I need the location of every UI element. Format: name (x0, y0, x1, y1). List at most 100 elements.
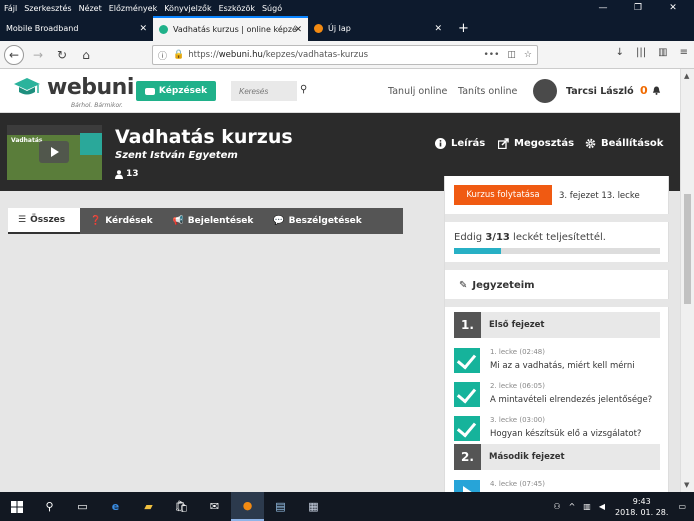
library-icon[interactable]: ||| (636, 47, 646, 58)
people-icon[interactable]: ⚇ (553, 502, 560, 511)
bell-icon[interactable] (652, 86, 661, 95)
course-progress-panel: Kurzus folytatása 3. fejezet 13. lecke E… (444, 176, 670, 492)
windows-start-icon[interactable] (0, 492, 33, 521)
volume-icon[interactable]: ◀ (599, 502, 605, 511)
app-icon[interactable]: ▤ (264, 492, 297, 521)
restore-icon[interactable]: ❐ (624, 0, 652, 16)
tab-vadhatas[interactable]: Vadhatás kurzus | online képzé ✕ (153, 16, 308, 41)
edge-icon[interactable]: e (99, 492, 132, 521)
downloads-icon[interactable]: ↓ (616, 47, 624, 58)
notepad-icon[interactable]: ▦ (297, 492, 330, 521)
url-path: /kepzes/vadhatas-kurzus (262, 50, 369, 60)
my-notes-button[interactable]: ✎ Jegyzeteim (459, 280, 535, 291)
lesson-item[interactable]: 3. lecke (03:00) Hogyan készítsük elő a … (454, 414, 660, 444)
logo-text: webuni (47, 75, 134, 100)
sidebar-icon[interactable]: ▥ (658, 47, 667, 58)
tab-all[interactable]: ☰ Összes (8, 208, 80, 234)
search-input[interactable] (231, 81, 297, 101)
bookmark-star-icon[interactable]: ☆ (524, 50, 532, 60)
course-institution: Szent István Egyetem (115, 150, 238, 161)
list-icon: ☰ (18, 215, 27, 225)
back-icon[interactable]: ← (4, 44, 24, 65)
menu-history[interactable]: Előzmények (109, 4, 157, 13)
tab-title: Mobile Broadband (6, 24, 79, 33)
tab-mobile-broadband[interactable]: Mobile Broadband ✕ (0, 16, 153, 41)
avatar[interactable] (533, 79, 557, 103)
feed-filter-tabs: ☰ Összes ❓ Kérdések 📢 Bejelentések 💬 Bes… (8, 208, 403, 234)
tab-title: Vadhatás kurzus | online képzé (173, 25, 297, 34)
search-taskbar-icon[interactable]: ⚲ (33, 492, 66, 521)
tab-discussions[interactable]: 💬 Beszélgetések (263, 208, 371, 234)
notification-count[interactable]: 0 (640, 84, 648, 97)
chapter-title: Második fejezet (489, 452, 565, 462)
teach-online-link[interactable]: Taníts online (458, 86, 517, 97)
learn-online-link[interactable]: Tanulj online (388, 86, 447, 97)
store-icon[interactable]: 🛍 (165, 492, 198, 521)
progress-prefix: Eddig (454, 232, 486, 243)
clock[interactable]: 9:43 2018. 01. 28. (615, 496, 668, 518)
lesson-item[interactable]: 1. lecke (02:48) Mi az a vadhatás, miért… (454, 346, 660, 376)
lock-icon: 🔒 (173, 50, 185, 60)
tab-questions[interactable]: ❓ Kérdések (80, 208, 163, 234)
info-icon[interactable]: ⓘ (158, 49, 167, 62)
url-host: webuni.hu (218, 50, 263, 60)
play-icon[interactable] (39, 141, 69, 163)
mail-icon[interactable]: ✉ (198, 492, 231, 521)
page-actions-icon[interactable]: ••• (483, 50, 499, 60)
lesson-title: Hogyan készítsük elő a vizsgálatot? (490, 429, 642, 439)
continue-course-button[interactable]: Kurzus folytatása (454, 185, 552, 205)
scroll-up-icon[interactable]: ▲ (684, 72, 689, 80)
menu-hamburger-icon[interactable]: ≡ (680, 47, 688, 58)
close-tab-icon[interactable]: ✕ (434, 24, 442, 34)
pocket-icon[interactable]: ◫ (507, 50, 516, 60)
network-icon[interactable]: ▥ (583, 502, 591, 511)
tab-announcements[interactable]: 📢 Bejelentések (163, 208, 264, 234)
menu-edit[interactable]: Szerkesztés (24, 4, 71, 13)
logo-slogan: Bárhol. Bármikor. (71, 102, 123, 109)
minimize-icon[interactable]: — (589, 0, 617, 16)
webuni-logo[interactable]: webuni Bárhol. Bármikor. (13, 75, 134, 109)
chapter-header[interactable]: 2. Második fejezet (454, 444, 660, 470)
reload-icon[interactable]: ↻ (52, 45, 72, 65)
description-button[interactable]: Leírás (435, 138, 485, 149)
chevron-up-icon[interactable]: ^ (569, 502, 576, 511)
search-icon[interactable]: ⚲ (300, 84, 307, 95)
tab-new[interactable]: Új lap ✕ (308, 16, 448, 41)
file-explorer-icon[interactable]: ▰ (132, 492, 165, 521)
new-tab-icon[interactable]: + (448, 16, 469, 41)
user-name[interactable]: Tarcsi László (566, 86, 634, 97)
check-icon (454, 348, 480, 373)
menu-tools[interactable]: Eszközök (219, 4, 255, 13)
share-button[interactable]: Megosztás (498, 138, 574, 149)
page-scrollbar[interactable]: ▲ ▼ (680, 69, 694, 492)
forward-icon[interactable]: → (28, 45, 48, 65)
home-icon[interactable]: ⌂ (76, 45, 96, 65)
task-view-icon[interactable]: ▭ (66, 492, 99, 521)
my-notes-label: Jegyzeteim (472, 280, 535, 291)
tab-questions-label: Kérdések (105, 216, 153, 226)
settings-button[interactable]: Beállítások (585, 138, 663, 149)
firefox-taskbar-icon[interactable]: ● (231, 492, 264, 521)
menu-view[interactable]: Nézet (79, 4, 102, 13)
chapter-number: 1. (454, 312, 481, 338)
lesson-meta: 1. lecke (02:48) (490, 348, 545, 356)
menu-bookmarks[interactable]: Könyvjelzők (164, 4, 211, 13)
close-tab-icon[interactable]: ✕ (294, 25, 302, 35)
action-center-icon[interactable]: ▭ (678, 502, 686, 511)
menu-file[interactable]: Fájl (4, 4, 17, 13)
progress-bar (454, 248, 660, 254)
thumbnail-badge (80, 133, 102, 155)
chapter-header[interactable]: 1. Első fejezet (454, 312, 660, 338)
lesson-item[interactable]: 4. lecke (07:45) (454, 478, 660, 492)
window-controls: — ❐ ✕ (589, 0, 694, 16)
menu-help[interactable]: Súgó (262, 4, 282, 13)
scroll-down-icon[interactable]: ▼ (684, 481, 689, 489)
close-window-icon[interactable]: ✕ (659, 0, 687, 16)
share-label: Megosztás (514, 138, 575, 149)
close-tab-icon[interactable]: ✕ (139, 24, 147, 34)
lesson-item[interactable]: 2. lecke (06:05) A mintavételi elrendezé… (454, 380, 660, 410)
url-bar[interactable]: ⓘ 🔒 https://webuni.hu/kepzes/vadhatas-ku… (152, 45, 538, 65)
scrollbar-thumb[interactable] (684, 194, 691, 304)
course-thumbnail[interactable]: Vadhatás (7, 125, 102, 180)
courses-button[interactable]: Képzések (136, 81, 216, 101)
